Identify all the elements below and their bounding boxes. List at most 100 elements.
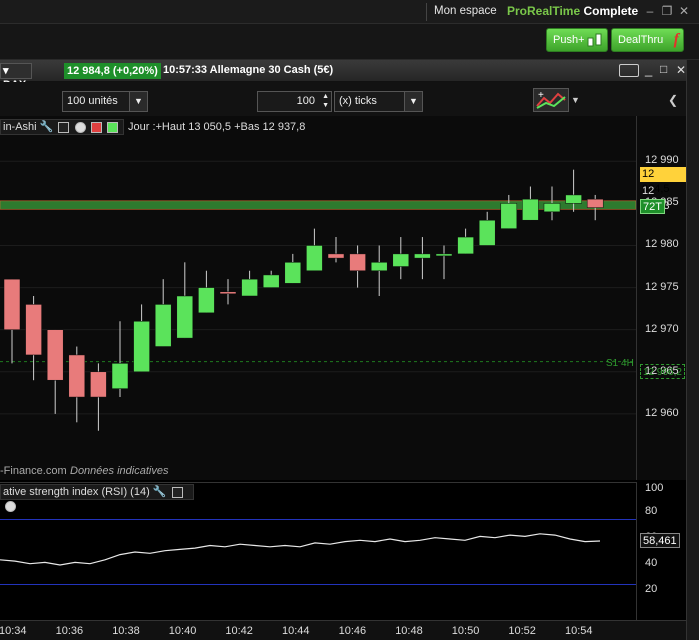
- candle-body: [500, 203, 518, 229]
- candle-body: [392, 253, 410, 267]
- rsi-current-value: 58,461: [640, 533, 680, 548]
- ticks-input[interactable]: 100 ▲ ▼: [257, 91, 332, 112]
- rsi-tick-label: 80: [645, 505, 658, 517]
- dealthru-logo-icon: f: [673, 31, 679, 48]
- candle-body: [176, 295, 194, 339]
- restore-icon[interactable]: ❐: [660, 3, 674, 19]
- candle-body: [3, 278, 21, 330]
- candle-body: [284, 262, 302, 284]
- candle-body: [349, 253, 366, 271]
- maximize-chart-icon[interactable]: □: [660, 62, 667, 76]
- minimize-chart-icon[interactable]: _: [645, 62, 652, 77]
- candle-body: [586, 198, 604, 208]
- rsi-panel[interactable]: ative strength index (RSI) (14) 🔧: [0, 482, 636, 620]
- candle-body: [68, 354, 86, 398]
- quantity-select[interactable]: 100 unités ▼: [62, 91, 148, 112]
- close-indicator-icon[interactable]: [5, 500, 16, 512]
- price-tick-label: 12 990: [645, 154, 679, 167]
- candle-body: [198, 287, 215, 314]
- time-tick-label: 10:46: [338, 625, 367, 637]
- candle-body: [46, 329, 64, 381]
- close-indicator-icon[interactable]: [74, 121, 86, 133]
- ticks-mode-value: (x) ticks: [339, 95, 377, 107]
- candle-body: [25, 304, 42, 356]
- rsi-axis: 10080604020 58,461: [636, 482, 686, 620]
- top-bar-separator: [426, 3, 427, 21]
- rsi-line: [0, 533, 601, 566]
- minimize-icon[interactable]: –: [643, 3, 657, 19]
- time-tick-label: 10:42: [225, 625, 253, 637]
- dealthru-button[interactable]: DealThru f: [611, 28, 684, 52]
- price-chart[interactable]: in-Ashi 🔧 Jour :+Haut 13 050,5 +Bas 12 9…: [0, 116, 636, 480]
- chevron-down-icon: ▼: [129, 92, 147, 111]
- brand-name: ProRealTime: [507, 4, 581, 18]
- trading-toolbar: Push+ DealThru f: [0, 24, 699, 60]
- candle-body: [522, 198, 539, 221]
- wrench-icon[interactable]: 🔧: [40, 121, 54, 133]
- rsi-tick-label: 40: [645, 557, 658, 569]
- candle-body: [133, 321, 150, 373]
- candle-body: [478, 219, 496, 246]
- support-value-tag: 12 966,2: [640, 364, 685, 379]
- brand-label: ProRealTime Complete: [507, 4, 638, 18]
- time-tick-label: 10:38: [112, 625, 140, 637]
- wrench-icon[interactable]: 🔧: [153, 486, 167, 498]
- rsi-legend: ative strength index (RSI) (14) 🔧: [0, 484, 194, 512]
- candle-body: [306, 245, 323, 271]
- stepper-icon[interactable]: ▲ ▼: [322, 92, 329, 110]
- buy-icon[interactable]: [106, 121, 118, 133]
- right-side-strip: [686, 60, 699, 640]
- price-legend-label: in-Ashi: [3, 121, 37, 133]
- sell-icon[interactable]: [90, 121, 102, 133]
- candle-body: [543, 203, 561, 213]
- prev-price-tag: 12 984,3: [642, 185, 670, 212]
- quote-badge: 12 984,8 (+0,20%): [64, 63, 161, 79]
- price-tick-label: 12 970: [645, 322, 679, 335]
- time-tick-label: 10:40: [168, 625, 197, 637]
- time-tick-label: 10:52: [508, 625, 536, 637]
- price-chart-canvas: [0, 160, 636, 431]
- chevron-down-icon[interactable]: ▼: [571, 95, 580, 105]
- candle-body: [241, 278, 258, 297]
- candle-body: [565, 194, 582, 204]
- keyboard-icon[interactable]: [619, 64, 639, 77]
- time-tick-label: 10:54: [565, 625, 593, 637]
- support-label: S1 4H: [606, 358, 634, 369]
- price-tick-label: 12 975: [645, 280, 679, 293]
- candle-body: [457, 236, 474, 255]
- candle-body: [435, 253, 453, 257]
- draw-tools-icon: +: [536, 90, 566, 109]
- draw-tools-button[interactable]: +: [533, 88, 569, 112]
- day-range-info: Jour :+Haut 13 050,5 +Bas 12 937,8: [128, 121, 306, 133]
- candle-body: [414, 253, 431, 259]
- window-icon[interactable]: [58, 121, 70, 133]
- time-tick-label: 10:50: [451, 625, 480, 637]
- candle-body: [219, 291, 237, 295]
- watermark-source: -Finance.com: [0, 465, 67, 477]
- candle-body: [262, 274, 280, 288]
- price-axis: 12 99012 98512 98012 97512 97012 96512 9…: [636, 116, 686, 480]
- my-space-link[interactable]: Mon espace: [434, 5, 497, 17]
- collapse-panel-icon[interactable]: ❮: [668, 93, 678, 107]
- rsi-tick-label: 100: [645, 482, 664, 494]
- price-tick-label: 12 980: [645, 238, 679, 251]
- candle-body: [111, 363, 129, 389]
- rsi-canvas: [0, 519, 636, 585]
- quantity-value: 100 unités: [67, 95, 118, 107]
- candle-body: [90, 371, 107, 398]
- candle-body: [327, 253, 345, 259]
- push-button[interactable]: Push+: [546, 28, 608, 52]
- svg-text:+: +: [538, 90, 544, 101]
- close-window-icon[interactable]: ✕: [677, 3, 691, 19]
- time-tick-label: 10:34: [0, 625, 27, 637]
- last-price-tag: 12 984,5: [640, 167, 686, 195]
- symbol-selector[interactable]: ▾ DAX: [0, 63, 32, 91]
- window-icon[interactable]: [171, 486, 183, 498]
- ticks-value: 100: [296, 95, 315, 107]
- top-bar: Mon espace ProRealTime Complete – ❐ ✕: [0, 0, 699, 24]
- price-legend: in-Ashi 🔧: [0, 119, 124, 135]
- close-chart-icon[interactable]: ✕: [676, 63, 686, 77]
- ticks-mode-select[interactable]: (x) ticks ▼: [334, 91, 423, 112]
- time-tick-label: 10:36: [55, 625, 84, 637]
- tick-count-tag: 72T: [640, 199, 665, 214]
